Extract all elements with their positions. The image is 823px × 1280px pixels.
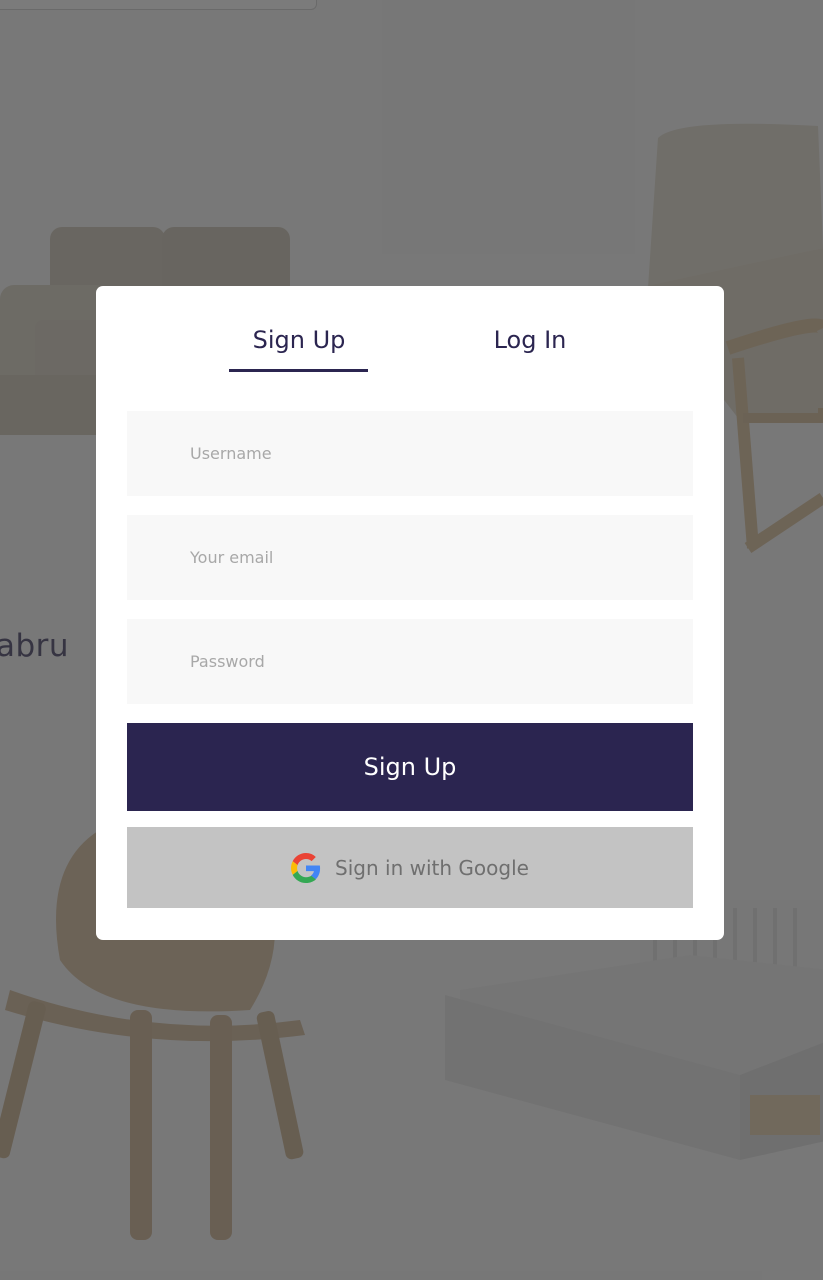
google-sign-in-label: Sign in with Google [335, 855, 529, 880]
google-sign-in-button[interactable]: Sign in with Google [127, 827, 693, 908]
password-input[interactable] [127, 619, 693, 704]
email-input[interactable] [127, 515, 693, 600]
signup-modal: Sign Up Log In Sign Up Sign in with Goog… [96, 286, 724, 940]
active-tab-indicator [229, 369, 368, 372]
sign-up-button[interactable]: Sign Up [127, 723, 693, 811]
tab-sign-up[interactable]: Sign Up [229, 326, 369, 372]
tab-log-in-label: Log In [493, 326, 567, 354]
tab-sign-up-label: Sign Up [252, 326, 346, 354]
google-icon [291, 852, 321, 883]
tab-log-in[interactable]: Log In [476, 326, 584, 372]
username-input[interactable] [127, 411, 693, 496]
